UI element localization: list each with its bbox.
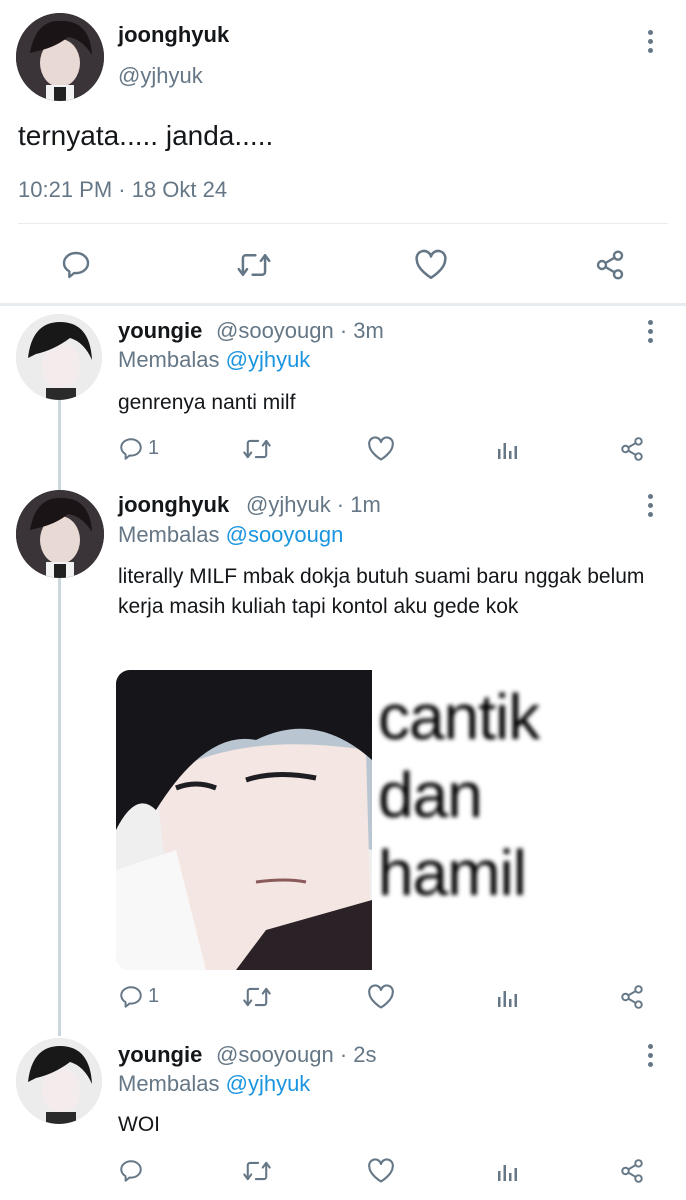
more-options-icon[interactable] <box>648 320 654 347</box>
replying-handle[interactable]: @yjhyuk <box>226 347 311 372</box>
replying-to: Membalas @sooyougn <box>118 521 343 549</box>
retweet-icon[interactable] <box>242 984 272 1010</box>
share-icon[interactable] <box>619 436 645 462</box>
caption-line: cantik <box>378 681 540 753</box>
tweet-text: ternyata..... janda..... <box>18 120 274 151</box>
handle-time[interactable]: @yjhyuk · 1m <box>246 491 381 519</box>
more-options-icon[interactable] <box>648 1044 654 1071</box>
caption-line: dan <box>378 759 483 831</box>
timestamp[interactable]: 10:21 PM · 18 Okt 24 <box>18 176 227 204</box>
analytics-icon[interactable] <box>495 985 519 1009</box>
tweet-text: literally MILF mbak dokja butuh suami ba… <box>118 565 645 618</box>
divider <box>18 223 668 224</box>
reply-count: 1 <box>148 437 160 459</box>
like-icon[interactable] <box>367 436 395 462</box>
retweet-icon[interactable] <box>242 436 272 462</box>
retweet-icon[interactable] <box>236 249 272 281</box>
caption-line: hamil <box>378 837 527 909</box>
comment-icon[interactable] <box>118 1158 144 1184</box>
reply-count: 1 <box>148 985 160 1007</box>
handle-time[interactable]: @sooyougn · 3m <box>216 317 384 345</box>
like-icon[interactable] <box>367 984 395 1010</box>
comment-icon[interactable] <box>60 249 92 281</box>
section-divider <box>0 303 686 306</box>
comment-icon[interactable] <box>118 984 144 1010</box>
share-icon[interactable] <box>619 1158 645 1184</box>
tweet-text: genrenya nanti milf <box>118 391 296 414</box>
avatar[interactable] <box>16 314 102 400</box>
replying-to: Membalas @yjhyuk <box>118 1070 310 1098</box>
media-image[interactable]: cantik dan hamil <box>116 670 568 972</box>
share-icon[interactable] <box>619 984 645 1010</box>
replying-prefix: Membalas <box>118 1071 220 1096</box>
replying-handle[interactable]: @yjhyuk <box>226 1071 311 1096</box>
retweet-icon[interactable] <box>242 1158 272 1184</box>
avatar[interactable] <box>16 1038 102 1124</box>
replying-handle[interactable]: @sooyougn <box>226 522 344 547</box>
share-icon[interactable] <box>594 249 626 281</box>
display-name[interactable]: joonghyuk <box>118 492 229 518</box>
handle[interactable]: @yjhyuk <box>118 62 203 90</box>
display-name[interactable]: youngie <box>118 318 202 344</box>
avatar[interactable] <box>16 13 104 101</box>
analytics-icon[interactable] <box>495 437 519 461</box>
media-caption: cantik dan hamil <box>378 678 540 912</box>
avatar[interactable] <box>16 490 104 578</box>
like-icon[interactable] <box>367 1158 395 1184</box>
more-options-icon[interactable] <box>648 30 654 57</box>
like-icon[interactable] <box>414 249 448 281</box>
media-illustration <box>116 670 372 970</box>
replying-prefix: Membalas <box>118 347 220 372</box>
comment-icon[interactable] <box>118 436 144 462</box>
tweet-text: WOI <box>118 1113 160 1136</box>
replying-prefix: Membalas <box>118 522 220 547</box>
display-name[interactable]: joonghyuk <box>118 22 229 48</box>
handle-time[interactable]: @sooyougn · 2s <box>216 1041 377 1069</box>
replying-to: Membalas @yjhyuk <box>118 346 310 374</box>
more-options-icon[interactable] <box>648 494 654 521</box>
analytics-icon[interactable] <box>495 1159 519 1183</box>
display-name[interactable]: youngie <box>118 1042 202 1068</box>
